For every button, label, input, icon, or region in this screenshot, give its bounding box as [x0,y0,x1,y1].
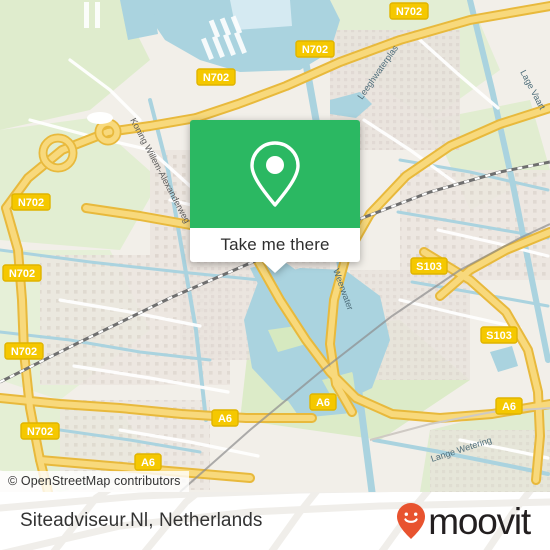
moovit-logo[interactable]: moovit [396,500,531,542]
callout-icon-panel [190,120,360,228]
moovit-pin-smiley-icon [397,503,426,539]
callout-action-panel[interactable]: Take me there [190,228,360,273]
map-pin-icon [250,141,300,207]
moovit-place-card-screenshot: Koning Willem-Alexanderweg Leeghwaterpla… [0,0,550,550]
osm-attribution[interactable]: © OpenStreetMap contributors [0,471,189,492]
footer-bar: Siteadviseur.Nl, Netherlands moovit [0,492,550,550]
callout-tail [263,262,287,273]
place-callout-card[interactable]: Take me there [190,120,360,273]
moovit-wordmark: moovit [428,500,531,542]
place-title: Siteadviseur.Nl, Netherlands [20,510,263,531]
take-me-there-label: Take me there [220,235,330,254]
